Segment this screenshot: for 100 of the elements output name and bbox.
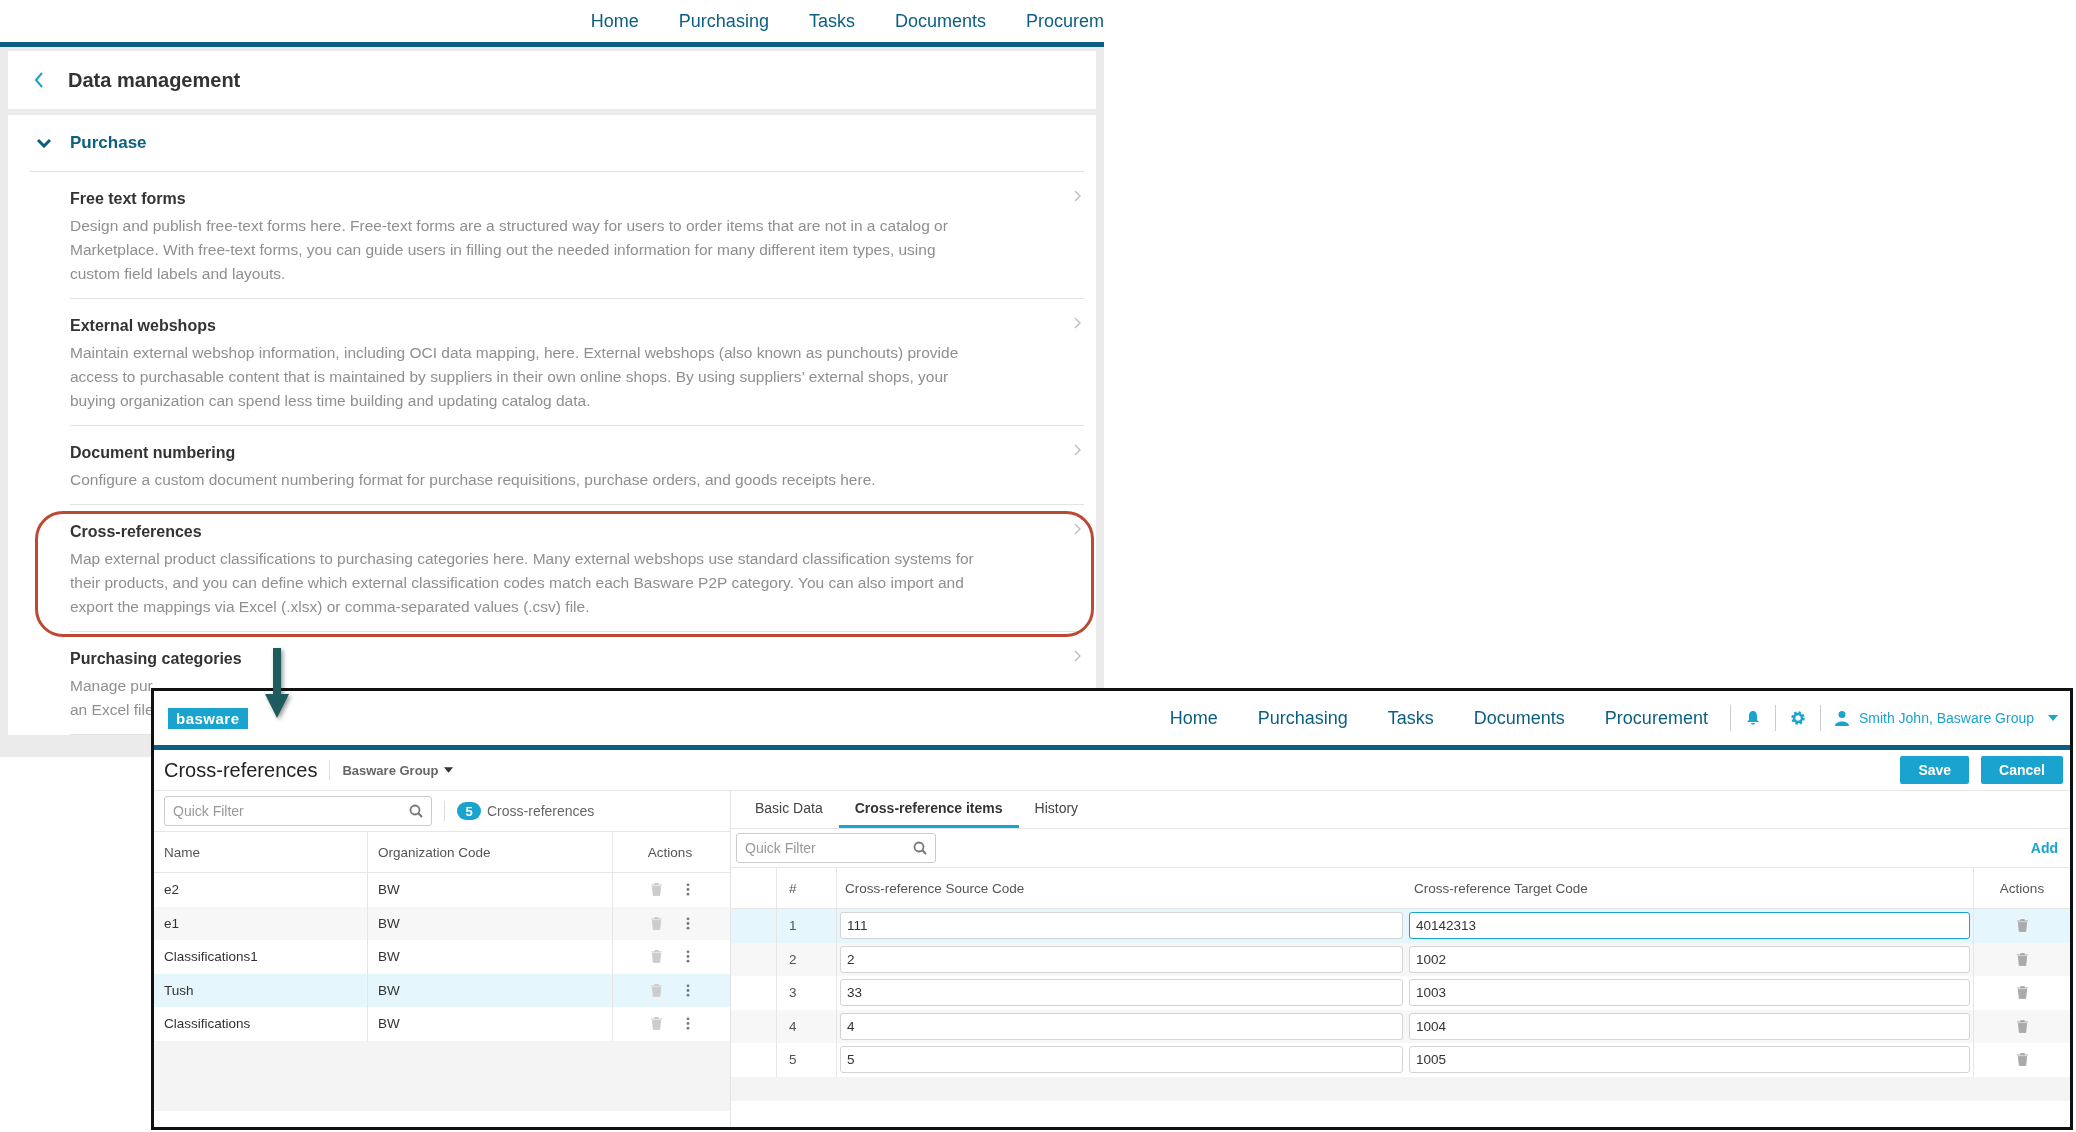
target-code-field[interactable]: 40142313 — [1409, 912, 1970, 940]
chevron-right-icon[interactable] — [1074, 190, 1082, 202]
item-title[interactable]: Cross-references — [70, 519, 1084, 545]
column-header: Cross-reference Source Code — [836, 868, 1406, 908]
source-code-field[interactable]: 2 — [840, 945, 1403, 973]
column-header: Actions — [1973, 868, 2070, 908]
tab[interactable]: Cross-reference items — [838, 791, 1019, 828]
search-field[interactable]: Quick Filter — [736, 833, 936, 863]
column-header: Organization Code — [367, 832, 612, 872]
table-cell: 2 — [776, 942, 836, 976]
pointer-arrow — [265, 648, 289, 718]
table-cell: 3 — [776, 976, 836, 1010]
table-row[interactable]: 3 33 1003 — [731, 976, 2070, 1010]
source-code-field[interactable]: 5 — [840, 1046, 1403, 1074]
target-code-field[interactable]: 1005 — [1409, 1046, 1970, 1074]
trash-icon[interactable] — [650, 983, 662, 997]
table-row[interactable]: e1 BW — [154, 906, 730, 940]
table-cell: BW — [367, 1007, 612, 1041]
user-icon — [1834, 710, 1849, 726]
section-title[interactable]: Purchase — [70, 133, 147, 153]
more-icon[interactable] — [685, 916, 690, 930]
chevron-right-icon[interactable] — [1074, 523, 1082, 535]
tab[interactable]: Basic Data — [739, 791, 839, 828]
tab[interactable]: History — [1018, 791, 1095, 828]
table-row[interactable]: 4 4 1004 — [731, 1009, 2070, 1043]
item-title[interactable]: Free text forms — [70, 186, 1084, 212]
table-row[interactable]: 5 5 1005 — [731, 1043, 2070, 1077]
count-badge: 5 — [457, 802, 481, 820]
search-field[interactable]: Quick Filter — [164, 796, 432, 826]
logo: basware — [168, 707, 248, 729]
table-cell-text: e1 — [163, 914, 181, 933]
settings-icon[interactable] — [1789, 710, 1806, 726]
item-description: Maintain external webshop information, including OCI data mapping, here. External webshops (also known as punchouts) provide access to purchasable content that is maintained by suppliers in their own online shops. By using suppliers’ external shops, your buying organization can spend less time building and updating catalog data. — [70, 343, 959, 411]
chevron-right-icon[interactable] — [1074, 650, 1082, 662]
table-cell: BW — [367, 973, 612, 1007]
trash-icon[interactable] — [2016, 1019, 2028, 1033]
item-title[interactable]: Purchasing categories — [70, 646, 1084, 672]
target-code-field[interactable]: 1003 — [1409, 979, 1970, 1007]
caret-icon — [444, 767, 454, 773]
table-row[interactable]: e2 BW — [154, 873, 730, 907]
item-title[interactable]: Document numbering — [70, 440, 1084, 466]
search-icon[interactable] — [409, 804, 423, 818]
chevron-right-icon[interactable] — [1074, 317, 1082, 329]
item-description: Configure a custom document numbering format for purchase requisitions, purchase orders, and goods receipts here. — [70, 470, 876, 490]
more-icon[interactable] — [685, 1017, 690, 1031]
chevron-right-icon[interactable] — [1074, 444, 1082, 456]
caret-icon[interactable] — [2048, 715, 2058, 721]
trash-icon[interactable] — [2016, 919, 2028, 933]
column-header: Actions — [612, 832, 727, 872]
column-header: Name — [163, 843, 201, 862]
count-label: Cross-references — [487, 803, 595, 819]
nav-link[interactable]: Home — [1169, 707, 1218, 729]
search-icon[interactable] — [913, 841, 927, 855]
page-title: Cross-references — [164, 758, 318, 782]
nav-link[interactable]: Procurem — [1025, 10, 1104, 32]
column-header: # — [776, 868, 836, 908]
more-icon[interactable] — [685, 883, 690, 897]
chevron-down-icon[interactable] — [36, 138, 52, 148]
target-code-field[interactable]: 1002 — [1409, 945, 1970, 973]
nav-link[interactable]: Purchasing — [678, 10, 769, 32]
nav-link[interactable]: Documents — [894, 10, 986, 32]
nav-link[interactable]: Documents — [1473, 707, 1565, 729]
nav-link[interactable]: Tasks — [808, 10, 855, 32]
more-icon[interactable] — [685, 950, 690, 964]
item-description: Design and publish free-text forms here. Free-text forms are a structured way for users to order items that are not in a catalog or Marketplace. With free-text forms, you can guide users in filling out the needed information for many different item types, using custom field labels and layouts. — [70, 216, 948, 284]
nav-link[interactable]: Home — [590, 10, 639, 32]
table-cell-text: Tush — [163, 981, 195, 1000]
nav-link[interactable]: Purchasing — [1257, 707, 1348, 729]
source-code-field[interactable]: 111 — [840, 912, 1403, 940]
more-icon[interactable] — [685, 983, 690, 997]
nav-link[interactable]: Tasks — [1387, 707, 1434, 729]
table-cell-text: Classifications — [163, 1015, 252, 1034]
trash-icon[interactable] — [650, 950, 662, 964]
organization-dropdown[interactable]: Basware Group — [342, 762, 454, 778]
item-title[interactable]: External webshops — [70, 313, 1084, 339]
nav-link[interactable]: Procurement — [1604, 707, 1708, 729]
column-header: Cross-reference Target Code — [1413, 879, 1589, 898]
table-row[interactable]: Classifications BW — [154, 1007, 730, 1041]
source-code-field[interactable]: 4 — [840, 1012, 1403, 1040]
table-cell: BW — [367, 873, 612, 907]
back-icon[interactable] — [34, 72, 44, 88]
table-row[interactable]: 1 111 40142313 — [731, 909, 2070, 943]
trash-icon[interactable] — [650, 883, 662, 897]
trash-icon[interactable] — [2016, 1053, 2028, 1067]
page-title: Data management — [68, 68, 241, 92]
trash-icon[interactable] — [650, 916, 662, 930]
table-cell: BW — [367, 940, 612, 974]
table-row[interactable]: Tush BW — [154, 973, 730, 1007]
table-row[interactable]: 2 2 1002 — [731, 942, 2070, 976]
table-row[interactable]: Classifications1 BW — [154, 940, 730, 974]
table-cell: 4 — [776, 1009, 836, 1043]
table-cell-text: e2 — [163, 881, 181, 900]
trash-icon[interactable] — [2016, 986, 2028, 1000]
trash-icon[interactable] — [650, 1017, 662, 1031]
source-code-field[interactable]: 33 — [840, 979, 1403, 1007]
target-code-field[interactable]: 1004 — [1409, 1012, 1970, 1040]
table-cell: 5 — [776, 1043, 836, 1077]
trash-icon[interactable] — [2016, 952, 2028, 966]
table-cell-text: Classifications1 — [163, 948, 259, 967]
item-description: Map external product classifications to purchasing categories here. Many external webshops use standard classification systems for their products, and you can define which external classification codes match each Basware P2P category. You can also import and export the mappings via Excel (.xlsx) or comma-separated values (.csv) file. — [70, 549, 974, 617]
